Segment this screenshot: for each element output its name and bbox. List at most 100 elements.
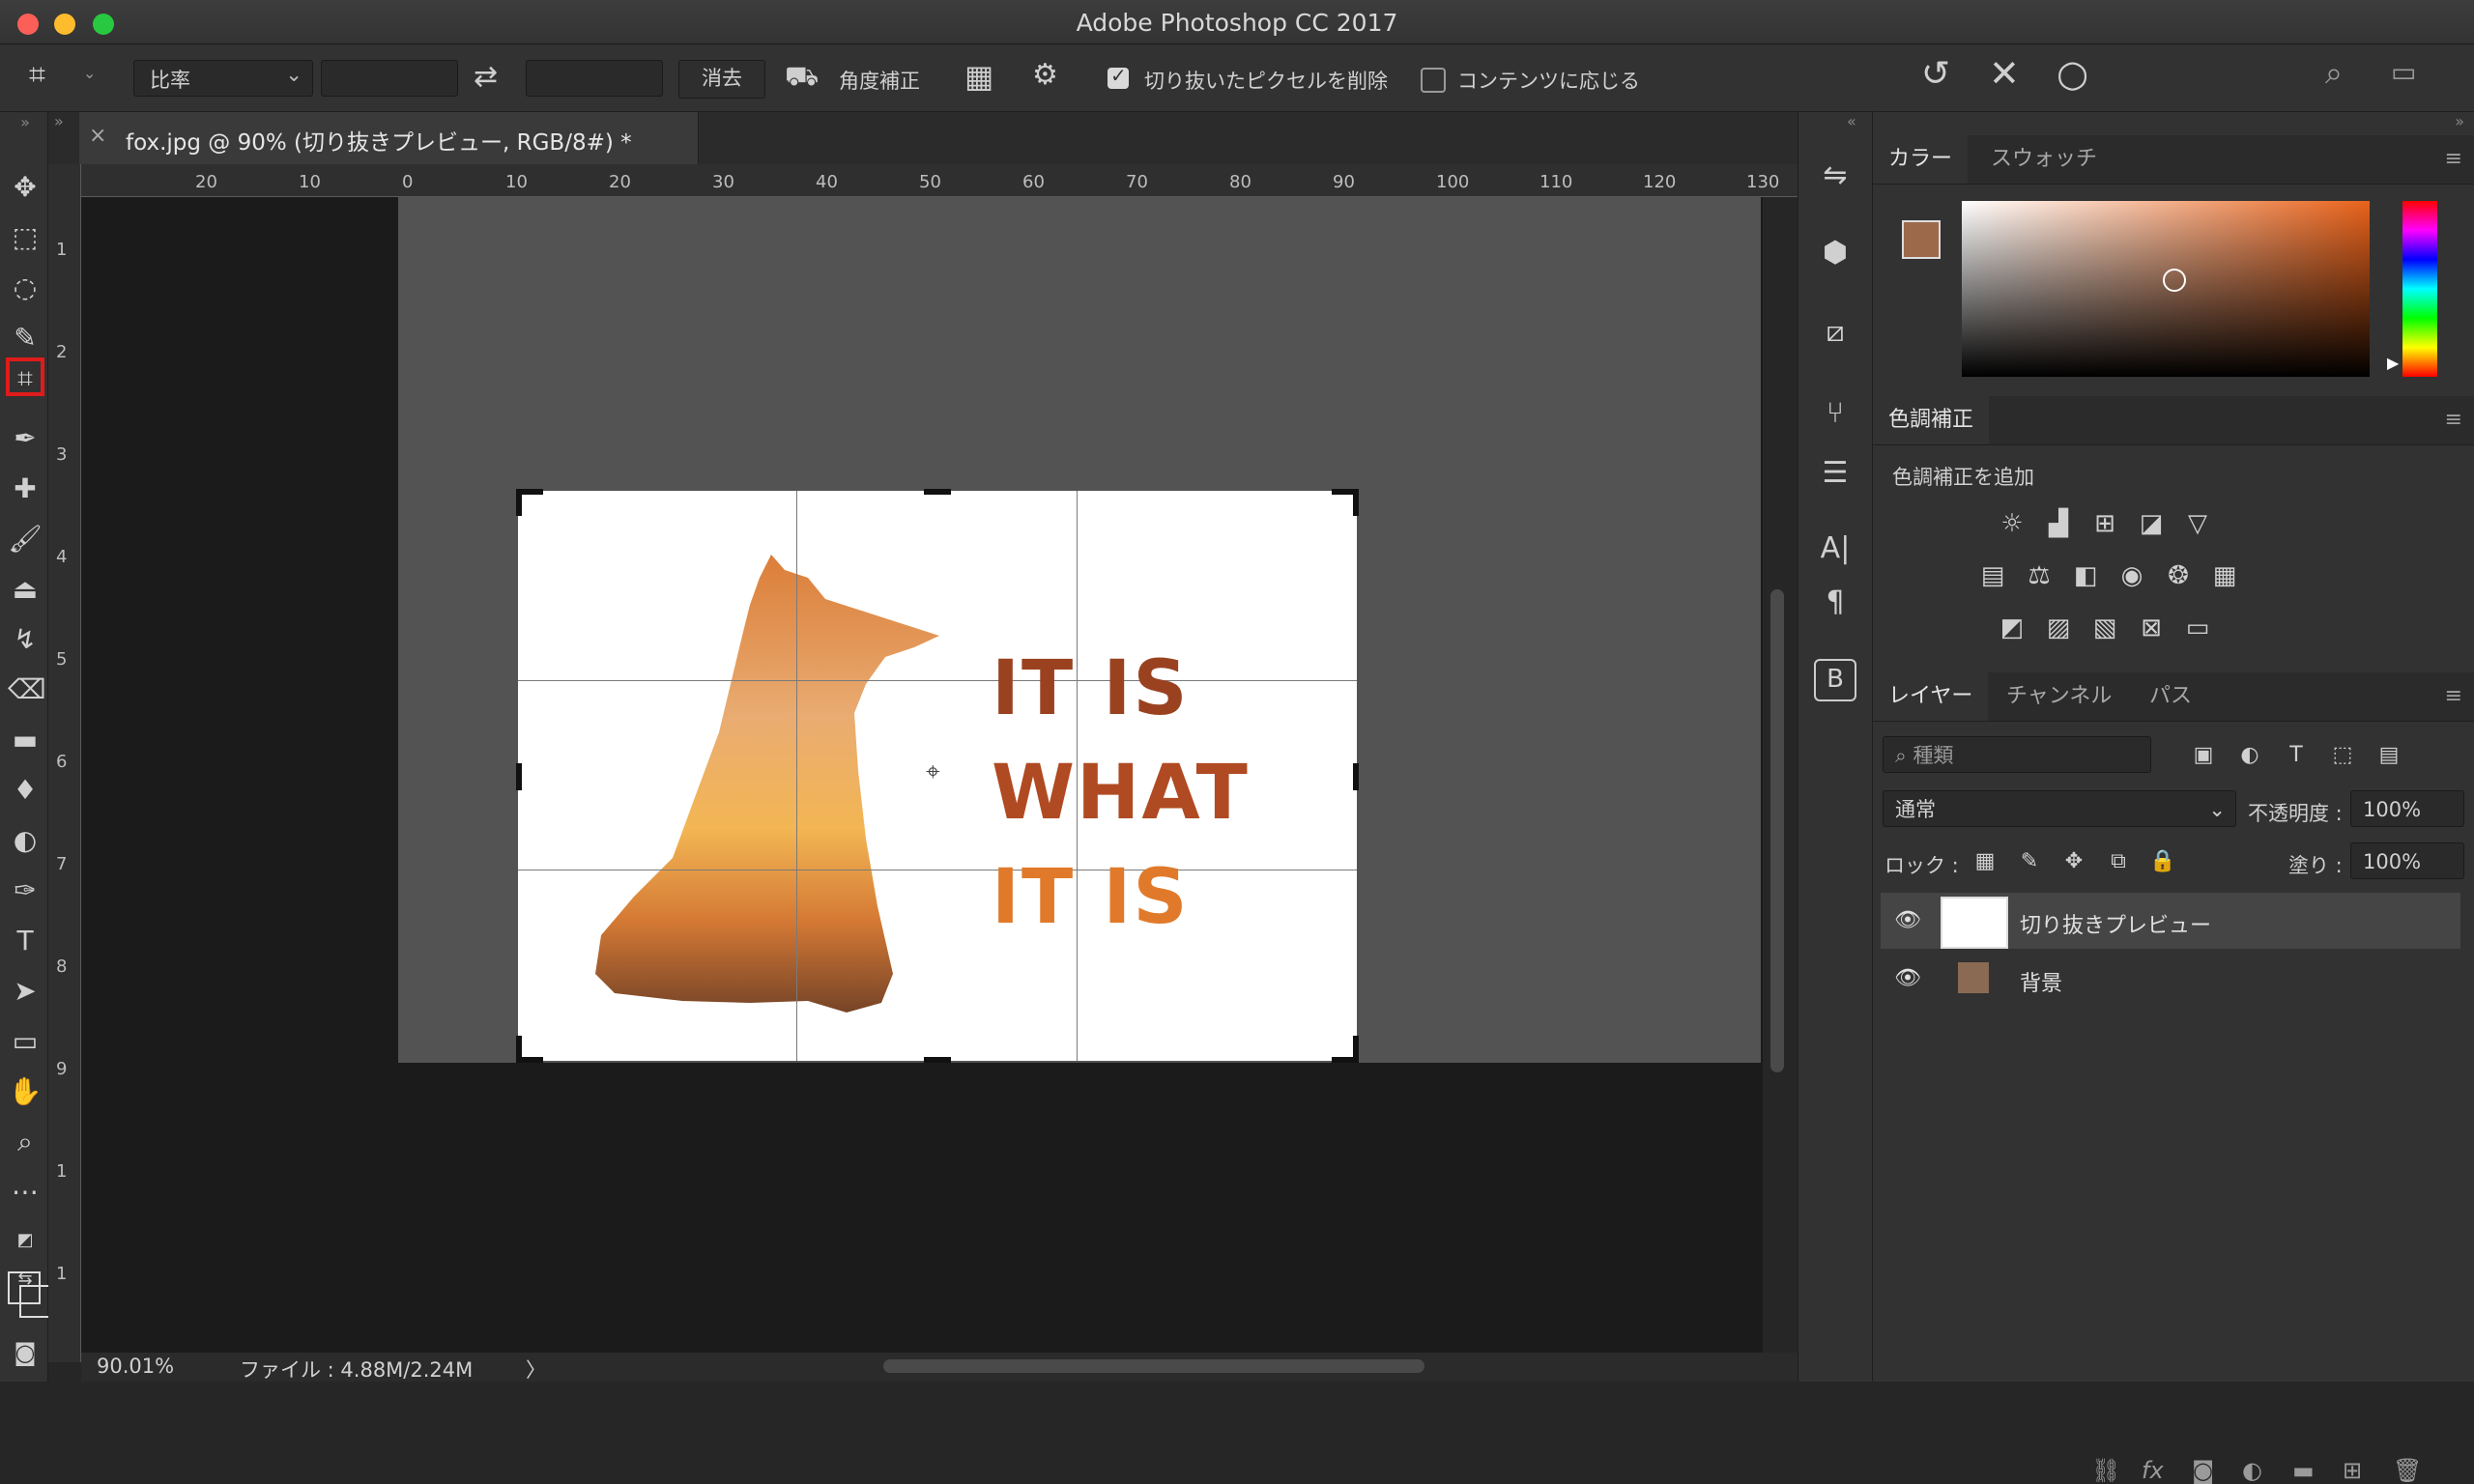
- canvas[interactable]: IT IS WHAT IT IS ⌖: [518, 491, 1357, 1061]
- hue-slider-handle-icon[interactable]: ▶: [2387, 354, 2399, 372]
- panel-menu-icon[interactable]: ≡: [2445, 408, 2462, 432]
- marquee-tool-icon[interactable]: ⬚: [8, 218, 43, 257]
- lock-artboard-icon[interactable]: ⧉: [2103, 846, 2134, 877]
- path-selection-tool-icon[interactable]: ➤: [8, 972, 43, 1011]
- blur-tool-icon[interactable]: ♦: [8, 771, 43, 810]
- type-tool-icon[interactable]: T: [8, 922, 43, 960]
- content-aware-checkbox[interactable]: [1421, 68, 1446, 93]
- lock-all-icon[interactable]: 🔒: [2147, 846, 2178, 877]
- color-foreground-swatch[interactable]: [1902, 220, 1941, 259]
- fill-input[interactable]: 100%: [2350, 842, 2464, 879]
- vibrance-icon[interactable]: ▽: [2182, 508, 2213, 539]
- crop-handle-top-left[interactable]: [516, 489, 522, 516]
- character-panel-icon[interactable]: A|: [1814, 528, 1856, 570]
- tab-layers[interactable]: レイヤー: [1873, 672, 1989, 721]
- crop-handle-bottom-left[interactable]: [516, 1036, 522, 1063]
- quick-mask-icon[interactable]: ◙: [8, 1333, 43, 1372]
- quick-selection-tool-icon[interactable]: ✎: [8, 319, 43, 357]
- crop-handle-left[interactable]: [516, 763, 522, 790]
- workspace-icon[interactable]: ▭: [2391, 56, 2416, 88]
- lock-transparent-icon[interactable]: ▦: [1970, 846, 2000, 877]
- curves-icon[interactable]: ⊞: [2089, 508, 2120, 539]
- crop-handle-bottom-right[interactable]: [1353, 1036, 1359, 1063]
- stamp-tool-icon[interactable]: ⏏: [8, 570, 43, 609]
- panel-menu-icon[interactable]: ≡: [2445, 147, 2462, 171]
- ratio-preset-select[interactable]: 比率 ⌄: [133, 60, 313, 97]
- black-white-icon[interactable]: ◧: [2070, 560, 2101, 591]
- invert-icon[interactable]: ◩: [1997, 613, 2028, 643]
- dodge-tool-icon[interactable]: ◐: [8, 821, 43, 860]
- history-panel-icon[interactable]: ⇋: [1814, 155, 1856, 197]
- pen-tool-icon[interactable]: ✑: [8, 871, 43, 910]
- photo-filter-icon[interactable]: ◉: [2116, 560, 2147, 591]
- filter-type-icon[interactable]: T: [2281, 740, 2312, 771]
- color-picker-cursor[interactable]: [2163, 269, 2186, 292]
- search-icon[interactable]: ⌕: [2325, 54, 2343, 92]
- 3d-panel-icon[interactable]: ⬢: [1814, 232, 1856, 274]
- straighten-button[interactable]: 角度補正: [839, 66, 920, 95]
- eye-icon[interactable]: 👁: [1894, 966, 1921, 990]
- history-brush-tool-icon[interactable]: ↯: [8, 620, 43, 659]
- lock-position-icon[interactable]: ✥: [2058, 846, 2089, 877]
- eyedropper-tool-icon[interactable]: ✒: [8, 419, 43, 458]
- blend-mode-select[interactable]: 通常 ⌄: [1883, 790, 2236, 827]
- tab-paths[interactable]: パス: [2134, 672, 2207, 721]
- reset-icon[interactable]: ↺: [1921, 54, 1950, 94]
- posterize-icon[interactable]: ▨: [2043, 613, 2074, 643]
- eye-icon[interactable]: 👁: [1894, 908, 1921, 932]
- document-tab[interactable]: × fox.jpg @ 90% (切り抜きプレビュー, RGB/8#) *: [79, 112, 699, 164]
- healing-brush-tool-icon[interactable]: ✚: [8, 470, 43, 508]
- lock-image-icon[interactable]: ✎: [2014, 846, 2045, 877]
- tab-color[interactable]: カラー: [1873, 135, 1969, 184]
- hue-slider[interactable]: [2402, 201, 2437, 377]
- filter-image-icon[interactable]: ▣: [2188, 740, 2219, 771]
- chevron-down-icon[interactable]: ⌄: [83, 64, 96, 82]
- gear-icon[interactable]: ⚙: [1032, 58, 1058, 92]
- commit-crop-icon[interactable]: ○: [2057, 52, 2088, 95]
- panel-menu-icon[interactable]: ≡: [2445, 684, 2462, 708]
- trash-icon[interactable]: 🗑: [2393, 1457, 2422, 1484]
- cancel-crop-icon[interactable]: ✕: [1989, 52, 2020, 95]
- close-tab-icon[interactable]: ×: [89, 124, 106, 148]
- crop-handle-top[interactable]: [924, 489, 951, 495]
- lasso-tool-icon[interactable]: ◌: [8, 269, 43, 307]
- crop-handle-right[interactable]: [1353, 763, 1359, 790]
- link-layers-icon[interactable]: ⛓: [2091, 1457, 2120, 1484]
- new-layer-icon[interactable]: ⊞: [2343, 1457, 2362, 1484]
- straighten-icon[interactable]: ⛟: [785, 60, 819, 96]
- tab-adjustments[interactable]: 色調補正: [1873, 396, 1990, 444]
- channel-mixer-icon[interactable]: ❂: [2163, 560, 2194, 591]
- fx-icon[interactable]: fx: [2142, 1457, 2164, 1484]
- selective-color-icon[interactable]: ⊠: [2136, 613, 2167, 643]
- threshold-icon[interactable]: ▧: [2089, 613, 2120, 643]
- hand-tool-icon[interactable]: ✋: [8, 1072, 43, 1111]
- more-tools-icon[interactable]: ⋯: [8, 1173, 43, 1212]
- add-mask-icon[interactable]: ◙: [2192, 1457, 2214, 1484]
- zoom-tool-icon[interactable]: ⌕: [8, 1123, 43, 1161]
- opacity-input[interactable]: 100%: [2350, 790, 2464, 827]
- move-tool-icon[interactable]: ✥: [8, 168, 43, 207]
- filter-adjustment-icon[interactable]: ◐: [2234, 740, 2265, 771]
- tab-channels[interactable]: チャンネル: [1991, 672, 2127, 721]
- delete-pixels-checkbox[interactable]: ✓: [1108, 64, 1129, 89]
- color-balance-icon[interactable]: ⚖: [2024, 560, 2055, 591]
- gradient-tool-icon[interactable]: ▬: [8, 721, 43, 759]
- levels-icon[interactable]: ▟: [2043, 508, 2074, 539]
- status-menu-arrow[interactable]: 〉: [526, 1355, 546, 1384]
- hue-saturation-icon[interactable]: ▤: [1977, 560, 2008, 591]
- crop-handle-top-right[interactable]: [1353, 489, 1359, 516]
- tab-swatches[interactable]: スウォッチ: [1975, 135, 2113, 184]
- brush-presets-icon[interactable]: ⑂: [1814, 392, 1856, 435]
- gradient-map-icon[interactable]: ▭: [2182, 613, 2213, 643]
- color-field[interactable]: [1962, 201, 2370, 377]
- collapse-icon[interactable]: «: [1847, 112, 1856, 130]
- zoom-level[interactable]: 90.01%: [97, 1355, 174, 1378]
- crop-tool-preset-icon[interactable]: ⌗: [29, 58, 45, 92]
- horizontal-scrollbar[interactable]: [883, 1359, 1424, 1373]
- new-group-icon[interactable]: ▬: [2292, 1457, 2315, 1484]
- filter-smart-object-icon[interactable]: ▤: [2373, 740, 2404, 771]
- eraser-tool-icon[interactable]: ⌫: [8, 671, 46, 709]
- brush-tool-icon[interactable]: 🖌: [8, 520, 43, 558]
- clear-button[interactable]: 消去: [678, 60, 765, 99]
- layer-filter-select[interactable]: ⌕ 種類: [1883, 736, 2151, 773]
